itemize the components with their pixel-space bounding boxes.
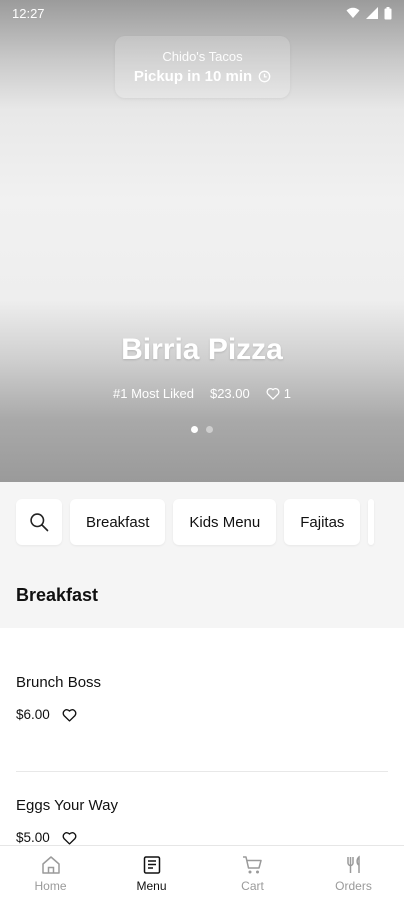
nav-orders-label: Orders xyxy=(335,878,372,893)
category-chip-fajitas[interactable]: Fajitas xyxy=(284,499,361,545)
search-button[interactable] xyxy=(16,499,62,545)
featured-item-meta: #1 Most Liked $23.00 1 xyxy=(0,386,404,401)
pickup-time-label: Pickup in 10 min xyxy=(133,68,253,85)
menu-item-meta: $6.00 xyxy=(16,707,388,722)
section-header: Breakfast xyxy=(0,562,404,628)
home-icon xyxy=(41,855,60,874)
menu-item-price: $5.00 xyxy=(16,830,50,845)
most-liked-badge: #1 Most Liked xyxy=(113,386,194,401)
nav-cart[interactable]: Cart xyxy=(213,855,293,893)
status-bar: 12:27 xyxy=(0,0,404,26)
status-icons xyxy=(346,6,392,20)
menu-item-name: Eggs Your Way xyxy=(16,797,119,814)
heart-icon[interactable] xyxy=(62,831,77,845)
category-bar: Breakfast Kids Menu Fajitas xyxy=(0,482,404,562)
pickup-card[interactable]: Chido's Tacos Pickup in 10 min xyxy=(115,36,290,98)
heart-icon xyxy=(266,387,280,400)
divider xyxy=(16,771,388,772)
carousel-dot[interactable] xyxy=(206,426,213,433)
featured-likes[interactable]: 1 xyxy=(266,386,291,401)
carousel-dot[interactable] xyxy=(191,426,198,433)
menu-item[interactable]: Brunch Boss $6.00 xyxy=(16,674,388,722)
wifi-icon xyxy=(346,7,360,18)
cart-icon xyxy=(242,855,262,873)
category-chip-kids-menu[interactable]: Kids Menu xyxy=(173,499,277,545)
menu-item[interactable]: Eggs Your Way $5.00 xyxy=(16,797,388,845)
featured-price: $23.00 xyxy=(209,386,250,401)
category-chip-more[interactable] xyxy=(368,499,375,545)
bottom-nav: Home Menu Cart Orders xyxy=(0,845,404,901)
nav-menu[interactable]: Menu xyxy=(112,855,192,893)
status-time: 12:27 xyxy=(12,5,45,21)
menu-item-name: Brunch Boss xyxy=(16,674,102,691)
hero-banner[interactable]: 12:27 Chido's Tacos Pickup in 10 min Bir… xyxy=(0,0,404,482)
carousel-dots xyxy=(0,426,404,433)
menu-item-meta: $5.00 xyxy=(16,830,388,845)
utensils-icon xyxy=(346,854,360,873)
pickup-time: Pickup in 10 min xyxy=(134,68,271,85)
menu-list: Brunch Boss $6.00 Eggs Your Way $5.00 xyxy=(0,628,404,845)
nav-orders[interactable]: Orders xyxy=(314,854,394,893)
menu-item-price: $6.00 xyxy=(16,707,50,722)
featured-item-title: Birria Pizza xyxy=(121,333,283,366)
heart-icon[interactable] xyxy=(62,708,77,722)
clock-icon xyxy=(258,70,271,83)
cellular-signal-icon xyxy=(366,7,378,19)
menu-book-icon xyxy=(143,855,160,874)
nav-home-label: Home xyxy=(34,878,67,893)
search-icon xyxy=(30,513,49,532)
nav-home[interactable]: Home xyxy=(11,855,91,893)
section-title: Breakfast xyxy=(16,584,99,605)
category-chip-breakfast[interactable]: Breakfast xyxy=(70,499,166,545)
nav-menu-label: Menu xyxy=(136,878,167,893)
restaurant-name: Chido's Tacos xyxy=(162,49,243,64)
nav-cart-label: Cart xyxy=(241,878,264,893)
battery-icon xyxy=(384,6,392,19)
featured-likes-count: 1 xyxy=(283,386,291,401)
